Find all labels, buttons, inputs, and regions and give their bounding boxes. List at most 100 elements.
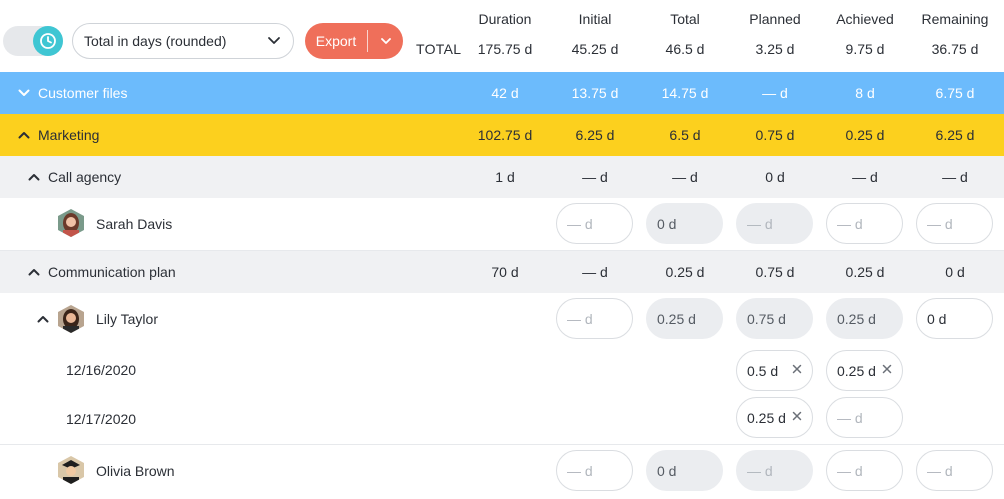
- person-row-olivia-brown: Olivia Brown — d 0 d — d — d — d: [0, 445, 1004, 497]
- person-row-lily-taylor: Lily Taylor — d 0.25 d 0.75 d 0.25 d 0 d: [0, 293, 1004, 345]
- unit-select-value: Total in days (rounded): [84, 33, 227, 49]
- total-initial: 45.25 d: [571, 41, 619, 57]
- group-name: Customer files: [38, 85, 128, 101]
- planned-input[interactable]: 0.25 d: [736, 397, 813, 438]
- cell-total: 14.75 d: [661, 85, 709, 101]
- achieved-readonly: 0.25 d: [826, 298, 903, 339]
- date-label: 12/16/2020: [66, 362, 137, 378]
- initial-value: — d: [567, 215, 593, 232]
- achieved-input[interactable]: — d: [826, 450, 903, 491]
- planned-input[interactable]: 0.5 d: [736, 350, 813, 391]
- achieved-value: — d: [837, 462, 863, 479]
- total-value: 0.25 d: [657, 310, 696, 327]
- total-achieved: 9.75 d: [845, 41, 885, 57]
- cell-initial: — d: [582, 169, 608, 185]
- group-row-marketing[interactable]: Marketing 102.75 d 6.25 d 6.5 d 0.75 d 0…: [0, 114, 1004, 156]
- remaining-input[interactable]: — d: [916, 203, 993, 244]
- cell-achieved: — d: [852, 169, 878, 185]
- column-header-total[interactable]: Total: [640, 11, 730, 27]
- initial-input[interactable]: — d: [556, 203, 633, 244]
- achieved-value: 0.25 d: [837, 362, 876, 379]
- cell-planned: 0 d: [765, 169, 785, 185]
- cell-achieved: 0.25 d: [845, 264, 885, 280]
- cell-duration: 1 d: [495, 169, 515, 185]
- chevron-down-icon[interactable]: [18, 87, 30, 99]
- total-duration: 175.75 d: [477, 41, 533, 57]
- initial-input[interactable]: — d: [556, 450, 633, 491]
- date-row: 12/17/2020 0.25 d — d: [0, 395, 1004, 443]
- person-row-sarah-davis: Sarah Davis — d 0 d — d — d — d: [0, 198, 1004, 250]
- cell-achieved: 8 d: [855, 85, 875, 101]
- total-value: 0 d: [657, 462, 677, 479]
- chevron-up-icon[interactable]: [37, 313, 49, 325]
- total-readonly: 0 d: [646, 203, 723, 244]
- planned-readonly: — d: [736, 450, 813, 491]
- task-row-communication-plan[interactable]: Communication plan 70 d — d 0.25 d 0.75 …: [0, 251, 1004, 293]
- group-row-customer-files[interactable]: Customer files 42 d 13.75 d 14.75 d — d …: [0, 72, 1004, 114]
- column-header-remaining[interactable]: Remaining: [910, 11, 1000, 27]
- cell-duration: 70 d: [491, 264, 519, 280]
- clear-icon[interactable]: [881, 363, 893, 375]
- unit-select[interactable]: Total in days (rounded): [72, 23, 294, 59]
- cell-initial: — d: [582, 264, 608, 280]
- achieved-input[interactable]: 0.25 d: [826, 350, 903, 391]
- cell-initial: 6.25 d: [575, 127, 615, 143]
- group-label: Marketing: [18, 114, 99, 156]
- chevron-up-icon[interactable]: [28, 266, 40, 278]
- initial-value: — d: [567, 462, 593, 479]
- clear-icon[interactable]: [791, 410, 803, 422]
- column-header-initial[interactable]: Initial: [550, 11, 640, 27]
- cell-planned: 0.75 d: [755, 264, 795, 280]
- chevron-up-icon[interactable]: [18, 129, 30, 141]
- chevron-up-icon[interactable]: [28, 171, 40, 183]
- column-header-duration[interactable]: Duration: [460, 11, 550, 27]
- task-name: Communication plan: [48, 264, 176, 280]
- initial-input[interactable]: — d: [556, 298, 633, 339]
- planned-value: 0.75 d: [747, 310, 786, 327]
- cell-achieved: 0.25 d: [845, 127, 885, 143]
- avatar: [58, 209, 84, 237]
- cell-duration: 102.75 d: [477, 127, 533, 143]
- timer-toggle[interactable]: [3, 26, 63, 56]
- cell-planned: 0.75 d: [755, 127, 795, 143]
- person-name: Lily Taylor: [96, 311, 158, 327]
- task-label: Communication plan: [28, 251, 176, 293]
- date-label: 12/17/2020: [66, 411, 137, 427]
- remaining-input[interactable]: 0 d: [916, 298, 993, 339]
- group-name: Marketing: [38, 127, 100, 143]
- total-planned: 3.25 d: [755, 41, 795, 57]
- total-label: TOTAL: [416, 41, 462, 57]
- clear-icon[interactable]: [791, 363, 803, 375]
- column-header-planned[interactable]: Planned: [730, 11, 820, 27]
- export-button[interactable]: Export: [305, 23, 403, 59]
- cell-remaining: — d: [942, 169, 968, 185]
- total-remaining: 36.75 d: [931, 41, 979, 57]
- remaining-value: — d: [927, 462, 953, 479]
- person-name: Olivia Brown: [96, 463, 175, 479]
- cell-total: — d: [672, 169, 698, 185]
- cell-remaining: 0 d: [945, 264, 965, 280]
- task-row-call-agency[interactable]: Call agency 1 d — d — d 0 d — d — d: [0, 156, 1004, 198]
- cell-remaining: 6.25 d: [935, 127, 975, 143]
- planned-value: — d: [747, 215, 773, 232]
- remaining-value: 0 d: [927, 310, 947, 327]
- achieved-value: — d: [837, 409, 863, 426]
- achieved-input[interactable]: — d: [826, 203, 903, 244]
- task-label: Call agency: [28, 156, 121, 198]
- cell-remaining: 6.75 d: [935, 85, 975, 101]
- column-header-achieved[interactable]: Achieved: [820, 11, 910, 27]
- group-label: Customer files: [18, 72, 127, 114]
- total-value: 0 d: [657, 215, 677, 232]
- initial-value: — d: [567, 310, 593, 327]
- cell-duration: 42 d: [491, 85, 519, 101]
- achieved-input[interactable]: — d: [826, 397, 903, 438]
- export-dropdown-chevron-icon[interactable]: [368, 35, 403, 47]
- avatar: [58, 456, 84, 484]
- planned-readonly: 0.75 d: [736, 298, 813, 339]
- remaining-input[interactable]: — d: [916, 450, 993, 491]
- achieved-value: 0.25 d: [837, 310, 876, 327]
- total-total: 46.5 d: [665, 41, 705, 57]
- task-name: Call agency: [48, 169, 122, 185]
- total-readonly: 0 d: [646, 450, 723, 491]
- total-readonly: 0.25 d: [646, 298, 723, 339]
